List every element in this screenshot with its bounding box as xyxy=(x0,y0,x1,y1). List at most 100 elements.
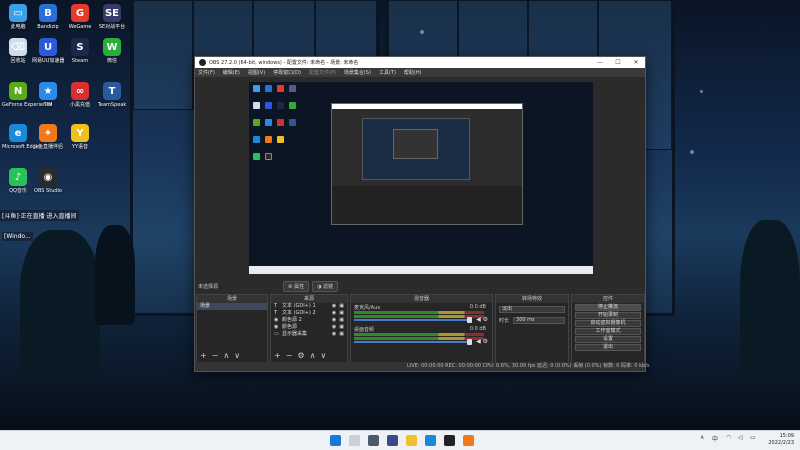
task-view-icon[interactable] xyxy=(368,435,379,446)
volume-slider-handle[interactable] xyxy=(467,317,472,323)
desktop-icon-label: OBS Studio xyxy=(34,188,62,194)
mute-icon[interactable]: ◀ ⚙ xyxy=(476,338,488,345)
control-button[interactable]: 开始录制 xyxy=(575,312,641,319)
source-settings-icon[interactable]: ⚙ xyxy=(297,351,304,360)
remove-scene-button[interactable]: − xyxy=(212,351,219,360)
transitions-dock-title: 转场特效 xyxy=(496,295,568,303)
duration-input[interactable]: 300 ms xyxy=(513,316,565,324)
scene-item[interactable]: 场景 xyxy=(197,303,267,310)
desktop-icon-label: 微信 xyxy=(106,58,117,64)
source-up-button[interactable]: ∧ xyxy=(310,351,316,360)
control-button[interactable]: 停止推流 xyxy=(575,304,641,311)
minimize-button[interactable]: — xyxy=(591,57,609,68)
edge-taskbar-icon[interactable] xyxy=(425,435,436,446)
source-item[interactable]: ◉ 颜色源 ◉ ▣ xyxy=(271,324,347,331)
control-button[interactable]: 启动虚拟摄像机 xyxy=(575,320,641,327)
desktop-icon-label: 此电脑 xyxy=(10,24,26,30)
source-item[interactable]: ◉ 颜色源 2 ◉ ▣ xyxy=(271,317,347,324)
start-icon[interactable] xyxy=(330,435,341,446)
volume-slider-handle[interactable] xyxy=(467,339,472,345)
wifi-icon[interactable]: ◠ xyxy=(726,434,731,441)
search-icon[interactable] xyxy=(349,435,360,446)
desktop-icon[interactable]: N GeForce Experience xyxy=(2,82,52,108)
lock-icon[interactable]: ▣ xyxy=(339,317,344,324)
visibility-icon[interactable]: ◉ xyxy=(332,324,336,331)
douyu-taskbar-icon[interactable] xyxy=(463,435,474,446)
wegame-icon: G xyxy=(71,4,89,22)
menu-item[interactable]: 场景集合(S) xyxy=(344,69,371,76)
visibility-icon[interactable]: ◉ xyxy=(332,317,336,324)
desktop-icon[interactable]: ▭ 此电脑 xyxy=(2,4,34,30)
desktop-icon[interactable]: SE SE对战平台 xyxy=(96,4,128,30)
visibility-icon[interactable]: ◉ xyxy=(332,303,336,310)
volume-slider[interactable] xyxy=(354,319,472,321)
close-button[interactable]: ✕ xyxy=(627,57,645,68)
maximize-button[interactable]: ☐ xyxy=(609,57,627,68)
desktop-icon[interactable]: B Bandizip xyxy=(32,4,64,30)
mixer-channel: 麦克风/Aux 0.0 dB ◀ ⚙ xyxy=(351,303,492,325)
menu-item[interactable]: 编辑(E) xyxy=(223,69,240,76)
volume-icon[interactable]: ◁ xyxy=(738,434,743,441)
desktop-icon[interactable]: ♪ QQ音乐 xyxy=(2,168,34,194)
widgets-icon[interactable] xyxy=(387,435,398,446)
control-button[interactable]: 工作室模式 xyxy=(575,328,641,335)
desktop-icon[interactable]: W 微信 xyxy=(96,38,128,64)
control-button[interactable]: 退出 xyxy=(575,344,641,351)
desktop-notification-2[interactable]: [Windo... xyxy=(2,232,33,241)
desktop-icon[interactable]: G WeGame xyxy=(64,4,96,30)
desktop-icon[interactable]: U 网易UU加速器 xyxy=(32,38,64,64)
mute-icon[interactable]: ◀ ⚙ xyxy=(476,316,488,323)
desktop-icon[interactable]: Y YY语音 xyxy=(64,124,96,150)
desktop-icon[interactable]: ★ TIM xyxy=(32,82,64,108)
volume-meter xyxy=(354,311,484,314)
menu-item[interactable]: 配置文件(P) xyxy=(309,69,336,76)
control-button[interactable]: 设置 xyxy=(575,336,641,343)
desktop-icon[interactable]: S Steam xyxy=(64,38,96,64)
menu-item[interactable]: 视图(V) xyxy=(248,69,265,76)
menu-item[interactable]: 帮助(H) xyxy=(404,69,422,76)
tray-chevron-icon[interactable]: ∧ xyxy=(700,434,704,441)
desktop-icon-label: 网易UU加速器 xyxy=(32,58,65,64)
desktop-icon[interactable]: T TeamSpeak xyxy=(96,82,128,108)
source-down-button[interactable]: ∨ xyxy=(320,351,326,360)
desktop-icon[interactable]: ∞ 小黑充值 xyxy=(64,82,96,108)
visibility-icon[interactable]: ◉ xyxy=(332,331,336,338)
remove-source-button[interactable]: − xyxy=(286,351,293,360)
source-item[interactable]: T 文本 (GDI+) 2 ◉ ▣ xyxy=(271,310,347,317)
lock-icon[interactable]: ▣ xyxy=(339,324,344,331)
desktop-notification[interactable]: [斗鱼]·正在直播 进入直播间 xyxy=(0,210,79,221)
properties-button[interactable]: ⚙ 属性 xyxy=(283,281,310,292)
visibility-icon[interactable]: ◉ xyxy=(332,310,336,317)
source-type-icon: ◉ xyxy=(274,324,279,330)
obs-taskbar-icon[interactable] xyxy=(444,435,455,446)
menu-item[interactable]: 停靠窗口(D) xyxy=(273,69,301,76)
obs-title-bar[interactable]: OBS 27.2.0 (64-bit, windows) - 配置文件: 未命名… xyxy=(195,57,645,68)
lock-icon[interactable]: ▣ xyxy=(339,303,344,310)
clock[interactable]: 15:09 2022/2/23 xyxy=(768,433,794,447)
obs-preview[interactable] xyxy=(249,82,593,274)
source-label: 颜色源 xyxy=(282,324,298,330)
tray-language[interactable]: 中 xyxy=(712,434,718,443)
desktop-icon[interactable]: ◉ OBS Studio xyxy=(32,168,64,194)
desktop-icon[interactable]: e Microsoft Edge xyxy=(2,124,39,150)
status-bar: LIVE: 00:00:00 REC: 00:00:00 CPU: 0.6%, … xyxy=(195,362,649,371)
filters-button[interactable]: ◑ 滤镜 xyxy=(312,281,339,292)
lock-icon[interactable]: ▣ xyxy=(339,310,344,317)
desktop-icon[interactable]: ⌫ 回收站 xyxy=(2,38,34,64)
transition-type-select[interactable]: 淡出 xyxy=(499,306,565,313)
desktop-icon-label: WeGame xyxy=(68,24,92,30)
file-explorer-icon[interactable] xyxy=(406,435,417,446)
move-up-button[interactable]: ∧ xyxy=(223,351,229,360)
move-down-button[interactable]: ∨ xyxy=(234,351,240,360)
menu-item[interactable]: 工具(T) xyxy=(379,69,396,76)
source-item[interactable]: ▭ 显示器采集 ◉ ▣ xyxy=(271,331,347,338)
add-scene-button[interactable]: + xyxy=(200,351,207,360)
battery-icon[interactable]: ▭ xyxy=(750,434,756,441)
add-source-button[interactable]: + xyxy=(274,351,281,360)
source-item[interactable]: T 文本 (GDI+) 1 ◉ ▣ xyxy=(271,303,347,310)
volume-slider[interactable] xyxy=(354,341,472,343)
desktop-icon[interactable]: ✦ 斗鱼直播伴侣 xyxy=(32,124,64,150)
menu-item[interactable]: 文件(F) xyxy=(198,69,215,76)
source-type-icon: T xyxy=(274,303,278,309)
lock-icon[interactable]: ▣ xyxy=(339,331,344,338)
